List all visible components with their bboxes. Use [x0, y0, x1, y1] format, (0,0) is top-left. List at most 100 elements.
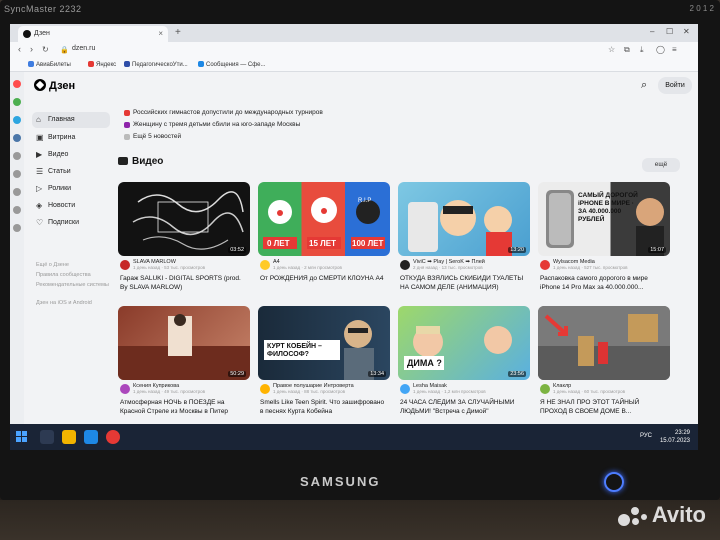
video-card[interactable]: КУРТ КОБЕЙН – ФИЛОСОФ? 13:34 Правое полу… [258, 306, 390, 420]
video-thumbnail[interactable]: САМЫЙ ДОРОГОЙ iPHONE В МИРЕ · ЗА 40.000.… [538, 182, 670, 256]
minimize-icon[interactable]: – [650, 27, 654, 36]
news-item[interactable]: Женщину с тремя детьми сбили на юго-запа… [124, 121, 300, 128]
nav-item-articles[interactable]: ☰ Статьи [32, 164, 110, 180]
more-news-link[interactable]: Ещё 5 новостей [124, 133, 181, 140]
bookmark-icon [124, 61, 130, 67]
vk-icon[interactable] [13, 134, 21, 142]
bookmark-item[interactable]: Яндекс [88, 61, 116, 68]
task-view-icon[interactable] [40, 430, 54, 444]
forward-icon[interactable]: › [30, 44, 33, 54]
power-button-icon[interactable] [604, 472, 624, 492]
bookmark-item[interactable]: ПедагогическоУти... [124, 61, 188, 68]
video-title[interactable]: От РОЖДЕНИЯ до СМЕРТИ КЛОУНА А4 [260, 275, 388, 284]
video-thumbnail[interactable]: 03:52 [118, 182, 250, 256]
new-tab-icon[interactable]: + [175, 27, 181, 38]
windows-start-icon[interactable] [16, 431, 28, 443]
video-title[interactable]: Гараж SALUKI - DIGITAL SPORTS (prod. By … [120, 275, 248, 292]
video-thumbnail[interactable]: 50:29 [118, 306, 250, 380]
nav-item-video[interactable]: ▶ Видео [32, 147, 110, 163]
video-card[interactable]: 0 ЛЕТ 15 ЛЕТ 100 ЛЕТ R.I.P A4 1 день наз… [258, 182, 390, 296]
window-close-icon[interactable]: ✕ [683, 27, 690, 36]
nav-item-shorts[interactable]: ▷ Ролики [32, 181, 110, 197]
more-videos-button[interactable]: ещё [642, 158, 680, 172]
author-avatar[interactable] [400, 260, 410, 270]
news-block: Российских гимнастов допустили до междун… [118, 100, 678, 146]
author-avatar[interactable] [260, 260, 270, 270]
file-explorer-icon[interactable] [62, 430, 76, 444]
clock-icon[interactable] [13, 152, 21, 160]
video-title[interactable]: Smells Like Teen Spirit. Что зашифровано… [260, 399, 388, 416]
svg-text:15 ЛЕТ: 15 ЛЕТ [309, 239, 336, 248]
video-title[interactable]: 24 ЧАСА СЛЕДИМ ЗА СЛУЧАЙНЫМИ ЛЮДЬМИ! "Вс… [400, 399, 528, 416]
video-card[interactable]: Клаклр 1 день назад · 60 тыс. просмотров… [538, 306, 670, 420]
whatsapp-icon[interactable] [13, 98, 21, 106]
video-title[interactable]: Распаковка самого дорогого в мире iPhone… [540, 275, 668, 292]
browser-tab[interactable]: Дзен × [18, 26, 168, 42]
clown-faces: 0 ЛЕТ 15 ЛЕТ 100 ЛЕТ R.I.P [263, 197, 385, 249]
news-source-icon [124, 122, 130, 128]
video-thumbnail[interactable]: КУРТ КОБЕЙН – ФИЛОСОФ? 13:34 [258, 306, 390, 380]
video-card[interactable]: 13:20 ViviC ➡ Play | SeroK ➡ Плей 2 дня … [398, 182, 530, 296]
profile-icon[interactable]: ◯ [656, 45, 665, 54]
nav-item-showcase[interactable]: ▣ Витрина [32, 130, 110, 146]
news-item[interactable]: Российских гимнастов допустили до междун… [124, 109, 323, 116]
author-avatar[interactable] [120, 260, 130, 270]
video-title[interactable]: Атмосферная НОЧЬ в ПОЕЗДЕ на Красной Стр… [120, 399, 248, 416]
video-icon [118, 157, 128, 165]
nav-item-subscriptions[interactable]: ♡ Подписки [32, 215, 110, 231]
author-avatar[interactable] [540, 260, 550, 270]
footer-link[interactable]: Правила сообщества [36, 272, 116, 278]
back-icon[interactable]: ‹ [18, 44, 21, 54]
nav-item-news[interactable]: ◈ Новости [32, 198, 110, 214]
video-thumbnail[interactable]: 0 ЛЕТ 15 ЛЕТ 100 ЛЕТ R.I.P [258, 182, 390, 256]
bookmark-label: Яндекс [96, 62, 117, 68]
opera-taskbar-icon[interactable] [106, 430, 120, 444]
nav-item-label: Витрина [48, 134, 76, 141]
nav-item-label: Видео [48, 151, 69, 158]
login-button[interactable]: Войти [658, 77, 692, 94]
train-interior [118, 314, 250, 380]
bookmark-star-icon[interactable]: ☆ [608, 45, 615, 54]
video-title[interactable]: ОТКУДА ВЗЯЛИСЬ СКИБИДИ ТУАЛЕТЫ НА САМОМ … [400, 275, 528, 292]
close-tab-icon[interactable]: × [158, 29, 163, 38]
dzen-logo[interactable]: Дзен [34, 79, 75, 92]
author-avatar[interactable] [400, 384, 410, 394]
footer-link[interactable]: Ещё о Дзене [36, 262, 116, 268]
opera-icon[interactable] [13, 80, 21, 88]
reload-icon[interactable]: ↻ [42, 45, 49, 54]
author-avatar[interactable] [260, 384, 270, 394]
url-field[interactable]: dzen.ru [72, 45, 95, 52]
skibidi-animation [408, 200, 512, 256]
settings-icon[interactable] [13, 224, 21, 232]
footer-link[interactable]: Рекомендательные системы [36, 282, 116, 288]
video-title[interactable]: Я НЕ ЗНАЛ ПРО ЭТОТ ТАЙНЫЙ ПРОХОД В СВОЕМ… [540, 399, 668, 416]
maximize-icon[interactable]: ☐ [666, 27, 673, 36]
video-card[interactable]: 50:29 Ксения Куприкова 1 день назад · 49… [118, 306, 250, 420]
history-icon[interactable] [13, 206, 21, 214]
bookmark-item[interactable]: АвиаБилеты [28, 61, 71, 68]
menu-icon[interactable]: ≡ [672, 45, 677, 54]
video-thumbnail[interactable]: 13:20 [398, 182, 530, 256]
telegram-icon[interactable] [13, 116, 21, 124]
heart-icon[interactable] [13, 188, 21, 196]
footer-link[interactable]: Дзен на iOS и Android [36, 300, 116, 306]
video-thumbnail[interactable] [538, 306, 670, 380]
extensions-icon[interactable]: ⧉ [624, 45, 630, 55]
tab-title: Дзен [34, 30, 50, 37]
language-indicator[interactable]: РУС [640, 433, 652, 439]
author-avatar[interactable] [540, 384, 550, 394]
video-card[interactable]: 03:52 SLAVA MARLOW 1 день назад · 53 тыс… [118, 182, 250, 296]
video-card[interactable]: САМЫЙ ДОРОГОЙ iPHONE В МИРЕ · ЗА 40.000.… [538, 182, 670, 296]
search-icon[interactable]: ⌕ [641, 79, 647, 92]
video-thumbnail[interactable]: ДИМА ? 23:56 [398, 306, 530, 380]
clock[interactable]: 23:29 15.07.2023 [660, 429, 690, 445]
play-icon[interactable] [13, 170, 21, 178]
store-icon[interactable] [84, 430, 98, 444]
video-duration: 13:20 [508, 247, 526, 253]
nav-item-home[interactable]: ⌂ Главная [32, 112, 110, 128]
author-avatar[interactable] [120, 384, 130, 394]
bookmark-item[interactable]: Сообщения — Сфе... [198, 61, 266, 68]
bookmark-icon [28, 61, 34, 67]
video-card[interactable]: ДИМА ? 23:56 Lesha Maisak 1 день назад ·… [398, 306, 530, 420]
downloads-icon[interactable]: ⤓ [640, 45, 644, 55]
